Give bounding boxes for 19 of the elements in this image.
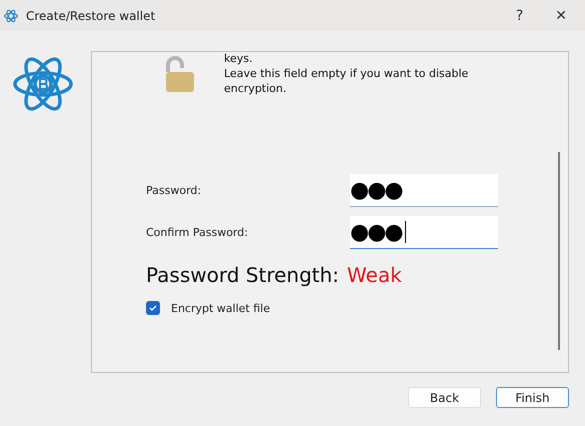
field-label: Confirm Password:	[146, 226, 249, 239]
encryption-message: keys. Leave this field empty if you want to disable encryption.	[224, 51, 470, 96]
help-button[interactable]: ?	[504, 8, 536, 24]
checkmark-icon	[149, 304, 157, 312]
text-caret-icon	[404, 221, 406, 243]
password-field[interactable]: ●●●	[350, 216, 498, 249]
strength-label: Password Strength:	[146, 263, 340, 287]
back-button[interactable]: Back	[408, 387, 481, 408]
strength-value: Weak	[347, 263, 402, 287]
field-label: Password:	[146, 184, 202, 197]
open-padlock-icon	[164, 56, 196, 93]
encrypt-checkbox[interactable]	[146, 301, 160, 315]
finish-button[interactable]: Finish	[496, 387, 569, 408]
checkbox-label: Encrypt wallet file	[171, 302, 270, 314]
window-title: Create/Restore wallet	[26, 8, 156, 22]
close-button[interactable]: ✕	[543, 8, 579, 24]
atom-logo-icon	[4, 8, 18, 22]
password-field[interactable]: ●●●	[350, 174, 498, 207]
scrollbar[interactable]	[558, 152, 560, 350]
